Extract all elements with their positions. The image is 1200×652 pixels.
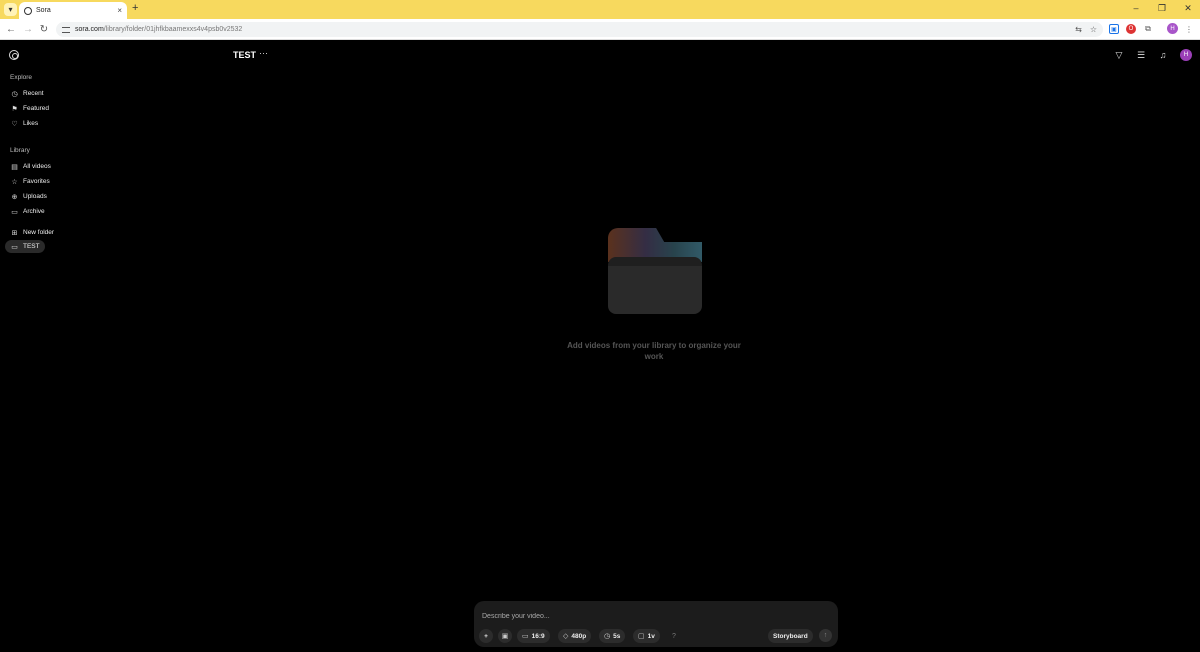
forward-icon[interactable]: → [22,23,34,35]
sidebar-item-label: New folder [23,229,55,236]
chevron-down-icon: ▾ [8,5,13,14]
browser-toolbar: ← → ↻ sora.com /library/folder/01jhfkbaa… [0,19,1200,40]
page-title: TEST [233,50,257,60]
prompt-input[interactable] [482,610,822,622]
resolution-value: 480p [571,632,587,640]
site-info-icon[interactable] [62,26,70,33]
back-icon[interactable]: ← [5,23,17,35]
sidebar-item-label: Recent [23,90,44,97]
notification-bell-icon[interactable]: ♫ [1158,50,1168,60]
folder-options-button[interactable]: ··· [259,48,268,58]
sidebar-item-label: Archive [23,208,45,215]
sidebar-item-uploads[interactable]: ⊕ Uploads [5,190,52,203]
sidebar-item-label: Likes [23,120,39,127]
clock-icon: ◷ [11,90,18,98]
aspect-ratio-icon: ▭ [522,633,529,640]
video-prompt-composer: + ▣ ▭ 16:9 ◇ 480p ◷ 5s ▢ 1v ? Storyboard… [474,601,838,647]
preset-icon: ▣ [501,633,509,640]
archive-icon: ▭ [11,208,18,216]
layout-icon[interactable]: ☰ [1136,50,1146,60]
sidebar-item-recent[interactable]: ◷ Recent [5,87,49,100]
presets-button[interactable]: ▣ [498,629,512,643]
reload-icon[interactable]: ↻ [38,23,50,35]
address-bar[interactable]: sora.com /library/folder/01jhfkbaamexxs4… [56,22,1103,37]
new-tab-button[interactable]: + [132,2,138,14]
duration-button[interactable]: ◷ 5s [599,629,626,643]
sidebar-item-all-videos[interactable]: ▤ All videos [5,160,56,173]
upload-icon: ⊕ [11,193,18,201]
featured-icon: ⚑ [11,105,18,113]
sora-favicon-icon [24,6,32,15]
diamond-icon: ◇ [563,633,569,640]
storyboard-button[interactable]: Storyboard [768,629,813,643]
header-actions: ▽ ☰ ♫ H [1114,49,1192,61]
extension-icon[interactable]: ▣ [1109,24,1119,34]
sidebar-item-featured[interactable]: ⚑ Featured [5,102,54,115]
star-icon: ☆ [11,178,18,186]
empty-state-message: Add videos from your library to organize… [567,341,741,361]
grid-icon: ▤ [11,163,18,171]
variations-icon: ▢ [638,633,645,640]
sora-logo-icon[interactable] [9,50,19,60]
filter-icon[interactable]: ▽ [1114,50,1124,60]
sidebar-item-favorites[interactable]: ☆ Favorites [5,175,55,188]
timer-icon: ◷ [604,633,611,640]
sidebar-item-label: TEST [23,243,40,250]
resolution-button[interactable]: ◇ 480p [558,629,592,643]
variations-value: 1v [647,632,655,640]
library-section-label: Library [10,147,30,154]
browser-menu-icon[interactable]: ⋮ [1184,24,1194,34]
sidebar-item-archive[interactable]: ▭ Archive [5,205,50,218]
folder-icon: ▭ [11,243,18,251]
extensions-puzzle-icon[interactable]: ⧉ [1143,24,1153,34]
opera-extension-icon[interactable]: O [1126,24,1136,34]
translate-icon[interactable]: ⇆ [1075,25,1082,34]
avatar[interactable]: H [1180,49,1192,61]
new-folder-icon: ⊞ [11,229,18,237]
add-media-button[interactable]: + [479,629,493,643]
help-button[interactable]: ? [667,629,681,643]
sidebar-item-label: Uploads [23,193,47,200]
close-window-button[interactable]: ✕ [1182,3,1194,14]
duration-value: 5s [613,632,621,640]
url-path: /library/folder/01jhfkbaamexxs4v4psb0v25… [103,26,243,33]
send-arrow-icon[interactable]: ↑ [819,629,832,642]
sidebar-item-label: Favorites [23,178,50,185]
empty-folder-illustration [608,228,702,314]
sidebar-item-new-folder[interactable]: ⊞ New folder [5,226,59,239]
bookmark-star-icon[interactable]: ☆ [1090,25,1097,34]
sidebar-item-likes[interactable]: ♡ Likes [5,117,43,130]
explore-section-label: Explore [10,74,33,81]
aspect-ratio-button[interactable]: ▭ 16:9 [517,629,550,643]
sidebar-item-test-folder[interactable]: ▭ TEST [5,240,45,253]
profile-avatar[interactable]: H [1167,23,1178,34]
restore-button[interactable]: ❐ [1156,3,1168,14]
plus-icon: + [484,632,488,640]
heart-icon: ♡ [11,120,18,128]
tab-search-button[interactable]: ▾ [4,3,17,16]
sidebar-item-label: Featured [23,105,50,112]
sidebar-item-label: All videos [23,163,51,170]
minimize-button[interactable]: – [1130,3,1142,14]
storyboard-label: Storyboard [773,632,808,640]
browser-tab-bar: ▾ Sora × + – ❐ ✕ [0,0,1200,19]
browser-tab[interactable]: Sora × [19,2,127,19]
folder-front-shape [608,257,702,314]
window-controls: – ❐ ✕ [1130,3,1194,14]
tab-close-icon[interactable]: × [117,6,122,15]
url-domain: sora.com [75,26,104,33]
variations-button[interactable]: ▢ 1v [633,629,660,643]
tab-title: Sora [36,7,51,14]
aspect-ratio-value: 16:9 [531,632,545,640]
